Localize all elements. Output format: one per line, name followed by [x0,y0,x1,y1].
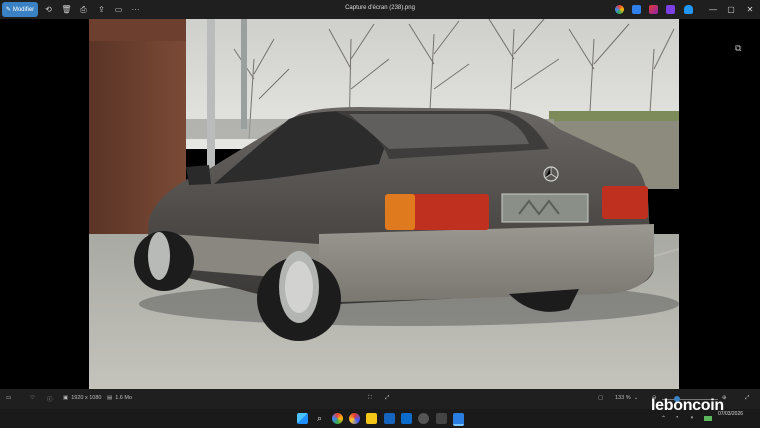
settings-icon[interactable] [418,413,429,424]
file-size-text: 1.6 Mo [115,395,133,401]
onedrive-icon[interactable] [684,5,693,14]
close-button[interactable]: ✕ [744,4,756,15]
favorite-icon[interactable]: ♡ [30,395,35,401]
windows-start-icon[interactable] [297,413,308,424]
chevron-up-icon[interactable]: ⌃ [661,415,666,422]
fit-icon[interactable]: ⤢ [385,395,389,402]
file-size-info: ▤ 1.6 Mo [107,395,132,401]
status-bar: ▭ ♡ ⓘ ▣ 1920 x 1080 ▤ 1.6 Mo ⛶ ⤢ ▢ 133 %… [0,389,760,409]
search-icon[interactable]: ⌕ [314,413,325,424]
zoom-text: 133 % [615,395,631,401]
info-icon[interactable]: ⓘ [47,395,53,403]
dimensions-text: 1920 x 1080 [71,395,102,401]
chrome-icon[interactable] [615,5,624,14]
zoom-level[interactable]: 133 % ⌄ [615,395,638,401]
window-title: Capture d'écran (238).png [345,5,415,11]
photos-taskbar-icon[interactable] [453,413,464,426]
battery-icon [704,416,712,421]
image-viewer[interactable]: ⧉ [0,19,760,389]
taskbar: ⌕ ⌃ ◔ ◖ [0,409,760,428]
title-bar: ✎ Modifier ⟲ 🗑 ⎙ ⇪ ▭ ··· Capture d'écran… [0,0,760,19]
app2-taskbar-icon[interactable] [436,413,447,424]
volume-icon[interactable]: ◖ [690,415,694,421]
minimize-button[interactable]: — [707,4,719,15]
fullscreen-icon[interactable]: ⤢ [745,395,749,402]
chrome-taskbar-icon[interactable] [332,413,343,424]
wifi-icon[interactable]: ◔ [675,415,679,421]
filmstrip-icon[interactable]: ▭ [6,395,11,401]
app-red-icon[interactable] [649,5,658,14]
maximize-button[interactable]: ▢ [725,4,737,15]
app-purple-icon[interactable] [666,5,675,14]
actual-size-icon[interactable]: ▢ [598,395,603,401]
image-size-icon: ▣ [63,395,69,401]
leboncoin-watermark: leboncoin [651,397,724,414]
browser-taskbar-icon[interactable] [349,413,360,424]
file-icon: ▤ [107,395,113,401]
app-taskbar-icon[interactable] [401,413,412,424]
car-photo [89,19,679,389]
chevron-down-icon: ⌄ [633,395,639,401]
app-blue-icon[interactable] [632,5,641,14]
file-explorer-icon[interactable] [366,413,377,424]
crop-icon[interactable]: ⛶ [368,395,372,402]
copy-icon[interactable]: ⧉ [735,43,746,54]
store-icon[interactable] [384,413,395,424]
dimensions-info: ▣ 1920 x 1080 [63,395,101,401]
